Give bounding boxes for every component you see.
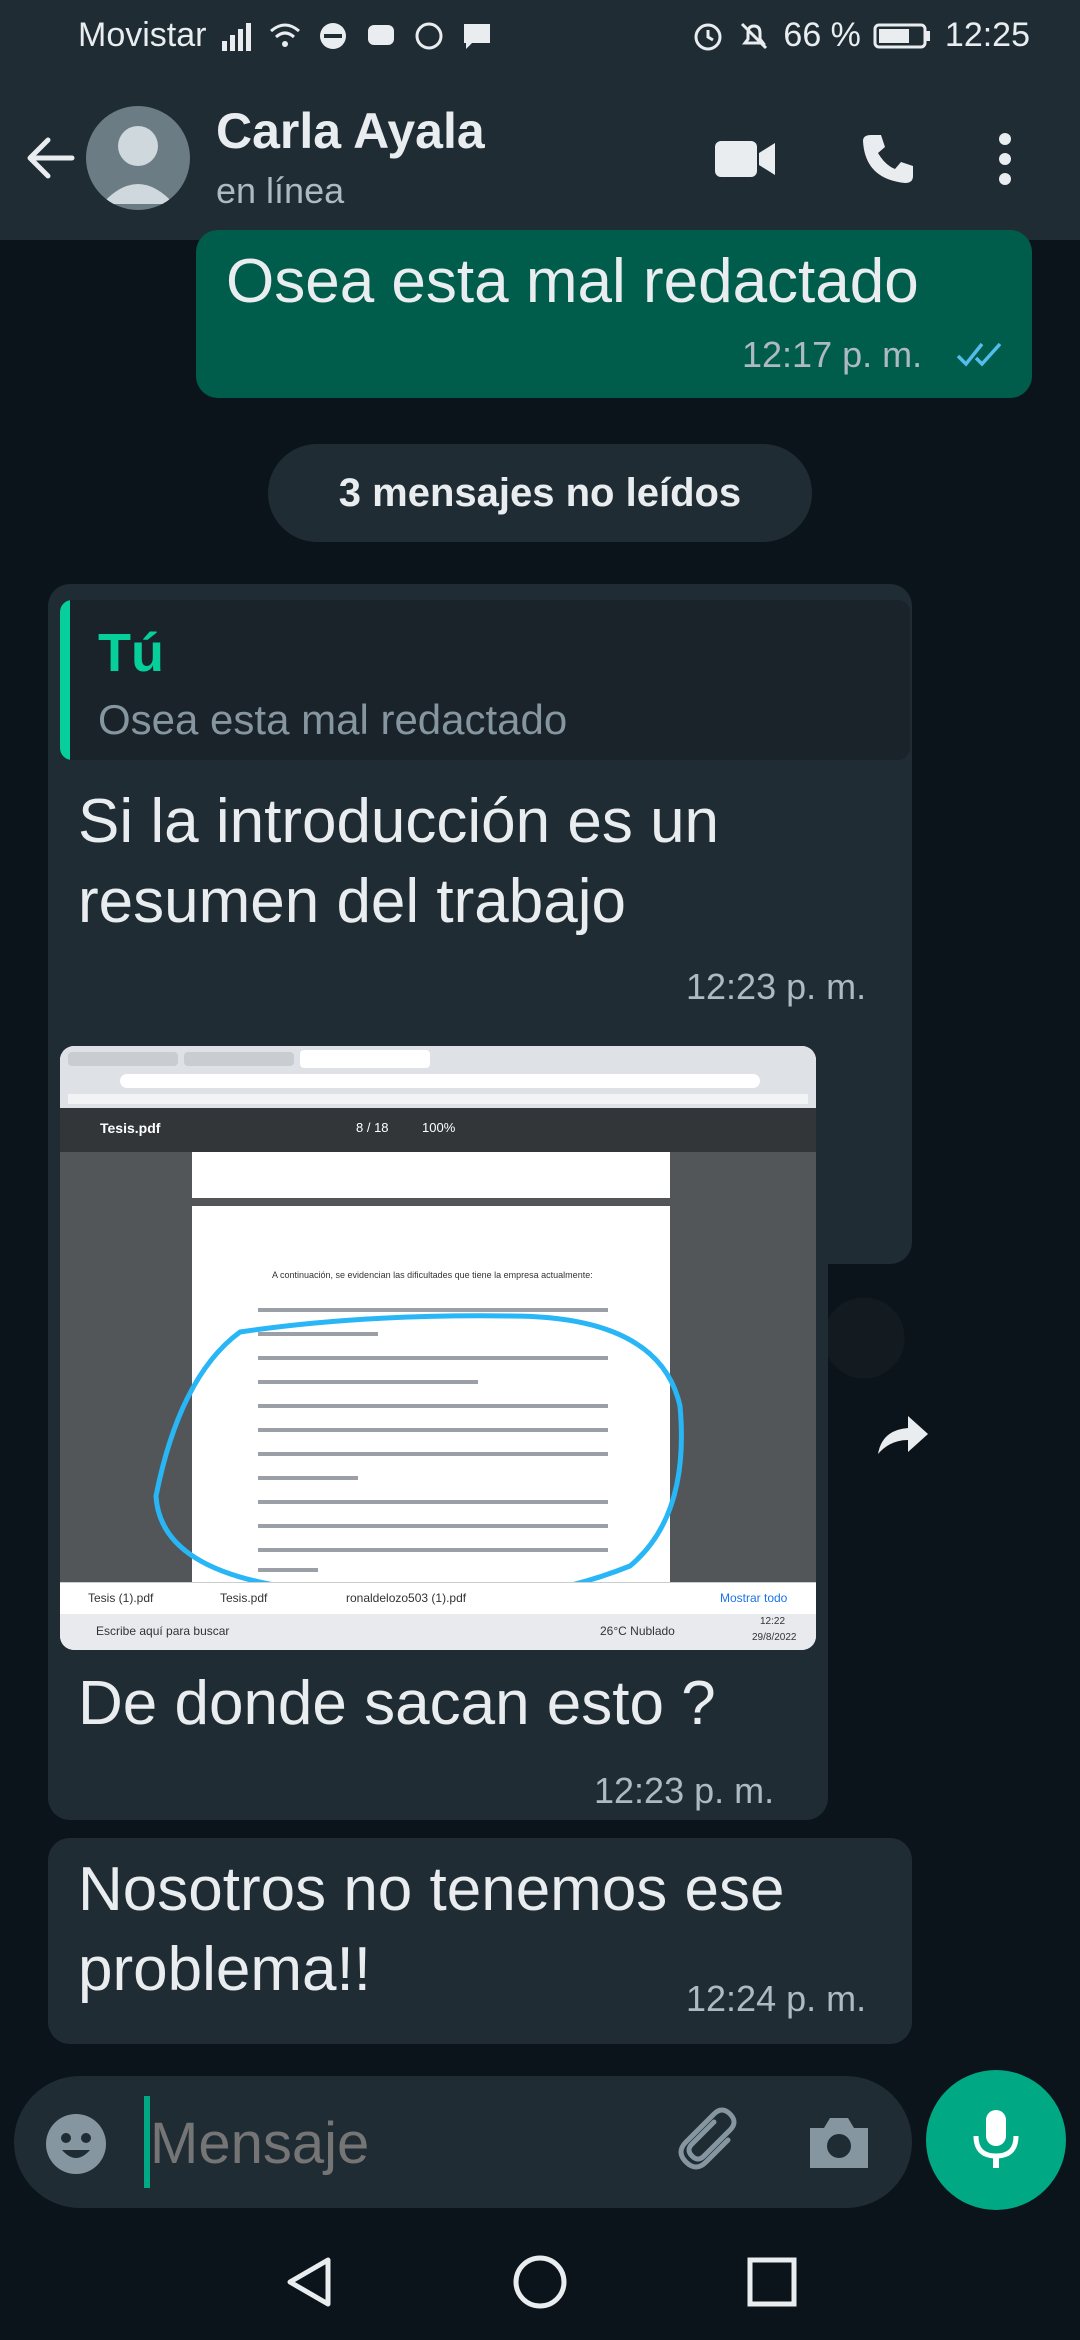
unread-messages-divider: 3 mensajes no leídos: [268, 444, 812, 542]
screenshot-image[interactable]: Tesis.pdf 8 / 18 100% A continuación, se…: [60, 1046, 816, 1650]
contact-name[interactable]: Carla Ayala: [216, 102, 485, 160]
chat-notification-icon: [464, 23, 491, 49]
clock: 12:25: [944, 16, 1030, 54]
message-text: Osea esta mal redactado: [226, 247, 919, 316]
message-text-line2: resumen del trabajo: [78, 867, 626, 936]
avatar[interactable]: [86, 106, 190, 210]
forward-arrow-icon: [878, 1416, 928, 1454]
quoted-message[interactable]: Tú Osea esta mal redactado: [60, 600, 910, 760]
no-disturb-icon: [320, 22, 347, 49]
voice-call-button[interactable]: [852, 124, 922, 194]
incoming-message-bubble[interactable]: Nosotros no tenemos ese problema!! 12:24…: [48, 1838, 912, 2044]
video-camera-icon: [715, 141, 775, 177]
message-composer: [14, 2076, 912, 2208]
taskbar-time: 12:22: [760, 1616, 786, 1627]
message-time: 12:24 p. m.: [686, 1978, 867, 2019]
battery-percent: 66 %: [783, 16, 861, 54]
download-item-3: ronaldelozo503 (1).pdf: [346, 1591, 467, 1605]
whatsapp-icon: [415, 22, 443, 49]
download-item-2: Tesis.pdf: [220, 1591, 268, 1605]
contact-status: en línea: [216, 170, 345, 211]
taskbar-date: 29/8/2022: [752, 1632, 797, 1643]
square-recents-icon: [747, 2257, 797, 2307]
camera-icon: [810, 2118, 868, 2168]
emoji-icon: [46, 2114, 106, 2174]
nav-back-button[interactable]: [280, 2252, 340, 2312]
voice-message-button[interactable]: [926, 2070, 1066, 2210]
image-caption: De donde sacan esto ?: [78, 1669, 716, 1738]
emoji-button[interactable]: [44, 2112, 108, 2176]
more-vertical-icon: [999, 133, 1011, 185]
outgoing-message-bubble[interactable]: Osea esta mal redactado 12:17 p. m.: [196, 230, 1032, 398]
status-right: 66 % 12:25: [691, 16, 1030, 55]
nav-home-button[interactable]: [510, 2252, 570, 2312]
carrier-label: Movistar: [78, 16, 207, 54]
message-time: 12:23 p. m.: [594, 1770, 775, 1811]
status-bar: Movistar 66 % 12:25: [0, 0, 1080, 72]
messenger-icon: [368, 24, 395, 45]
arrow-left-icon: [27, 137, 75, 179]
nav-recents-button[interactable]: [742, 2252, 802, 2312]
taskbar-weather: 26°C Nublado: [600, 1624, 675, 1638]
quote-text: Osea esta mal redactado: [98, 696, 568, 743]
windows-taskbar: Escribe aquí para buscar 26°C Nublado 12…: [60, 1614, 816, 1650]
video-call-button[interactable]: [710, 124, 780, 194]
quote-author: Tú: [98, 623, 164, 683]
wifi-icon: [270, 23, 301, 47]
download-item-1: Tesis (1).pdf: [88, 1591, 154, 1605]
message-time: 12:23 p. m.: [686, 966, 867, 1007]
message-time: 12:17 p. m.: [742, 334, 923, 375]
paperclip-icon: [678, 2107, 737, 2170]
phone-icon: [863, 135, 913, 183]
message-text-line1: Si la introducción es un: [78, 787, 720, 856]
signal-icon: [222, 22, 252, 51]
chat-area[interactable]: Osea esta mal redactado 12:17 p. m. 3 me…: [0, 230, 1080, 2070]
double-check-read-icon: [956, 342, 1002, 367]
quote-accent-bar: [60, 600, 70, 760]
camera-button[interactable]: [804, 2108, 874, 2178]
microphone-icon: [973, 2110, 1019, 2168]
system-nav-bar: [0, 2226, 1080, 2340]
downloads-bar: Tesis (1).pdf Tesis.pdf ronaldelozo503 (…: [60, 1582, 816, 1615]
show-all-link: Mostrar todo: [720, 1591, 788, 1605]
battery-icon: [873, 23, 930, 48]
taskbar-search: Escribe aquí para buscar: [96, 1624, 230, 1638]
chat-header: Carla Ayala en línea: [0, 72, 1080, 240]
message-text-line1: Nosotros no tenemos ese: [78, 1855, 785, 1924]
back-button[interactable]: [20, 128, 80, 188]
circle-home-icon: [513, 2255, 567, 2309]
default-avatar-icon: [102, 126, 174, 204]
status-left: Movistar: [78, 16, 494, 55]
triangle-back-icon: [287, 2257, 331, 2307]
forward-button[interactable]: [862, 1396, 942, 1476]
attach-button[interactable]: [674, 2106, 748, 2180]
message-input[interactable]: [148, 2096, 652, 2190]
bell-off-icon: [741, 22, 768, 49]
hand-drawn-highlight-circle: [153, 1313, 684, 1605]
more-options-button[interactable]: [980, 124, 1030, 194]
message-text-line2: problema!!: [78, 1935, 371, 2004]
alarm-icon: [694, 23, 722, 50]
